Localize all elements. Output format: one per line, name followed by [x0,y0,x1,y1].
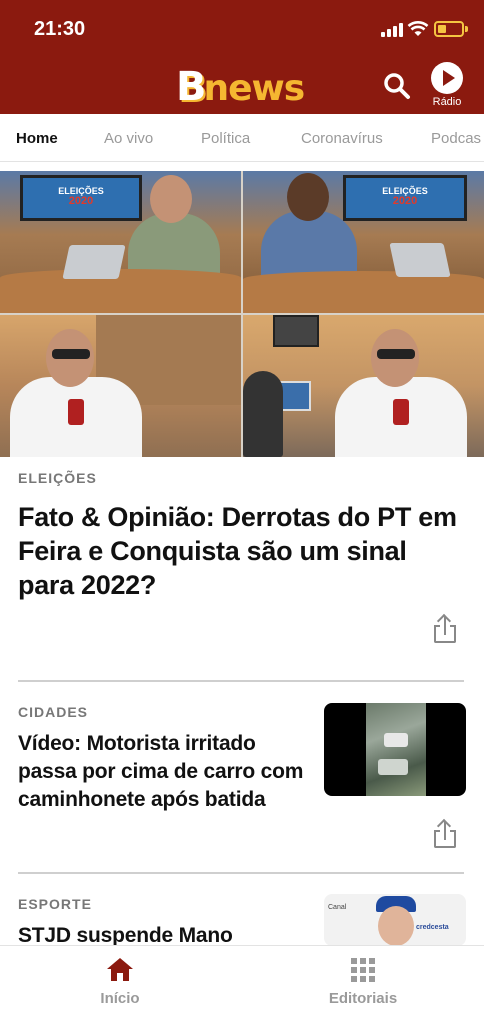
news-title[interactable]: Vídeo: Motorista irritado passa por cima… [18,730,308,814]
share-button[interactable] [432,818,458,850]
bnews-logo[interactable]: Bnews [176,64,306,110]
status-bar: 21:30 [0,0,484,60]
news-thumbnail[interactable] [324,703,466,796]
car-shape [384,733,408,747]
microphone [393,399,409,425]
hero-photo-1: ELEIÇÕES 2020 [0,171,241,313]
bottom-nav: Início Editoriais [0,945,484,1024]
laptop [62,245,126,279]
grid-icon [351,958,375,982]
sign-text: credcesta [416,924,449,931]
glasses [52,349,90,359]
nav-editoriais-label: Editoriais [328,990,398,1007]
news-thumbnail[interactable]: Canal credcesta [324,894,466,946]
nav-editoriais[interactable]: Editoriais [303,956,423,1007]
tab-politica[interactable]: Política [201,130,250,147]
signal-icon [381,23,403,37]
microphone [68,399,84,425]
search-button[interactable] [381,70,413,102]
nav-inicio[interactable]: Início [60,956,180,1007]
glasses [377,349,415,359]
home-icon [107,958,133,981]
divider [18,680,464,682]
featured-kicker: ELEIÇÕES [18,470,97,486]
video-frame [366,703,426,796]
tab-coronavirus[interactable]: Coronavírus [301,130,383,147]
featured-headline[interactable]: Fato & Opinião: Derrotas do PT em Feira … [18,500,466,602]
category-tabs: Home Ao vivo Política Coronavírus Podcas [0,114,484,162]
radio-button[interactable]: Rádio [426,62,468,110]
desk [243,271,484,313]
tab-podcast[interactable]: Podcas [431,130,481,147]
search-icon [384,73,410,99]
battery-tip [465,26,468,32]
status-time: 21:30 [34,18,86,40]
play-icon [431,62,463,94]
news-item-esporte[interactable]: ESPORTE STJD suspende Mano Canal credces… [18,894,466,950]
tab-home[interactable]: Home [16,130,58,147]
truck-shape [378,759,408,775]
person-head [287,173,329,221]
desk [0,269,241,313]
hero-photo-3 [0,315,241,457]
share-button[interactable] [432,613,458,645]
radio-label: Rádio [432,96,462,108]
featured-article[interactable]: ELEIÇÕES Fato & Opinião: Derrotas do PT … [18,470,466,602]
tv-screen: ELEIÇÕES 2020 [343,175,467,221]
battery-icon [434,21,464,37]
person-head [378,906,414,946]
logo-text: news [203,68,306,109]
sign-text: Canal [328,904,347,911]
logo-b: B [176,64,206,110]
laptop [389,243,451,277]
background-person [243,371,283,457]
screen-text-2: 2020 [68,195,94,207]
wifi-icon [407,21,429,36]
nav-inicio-label: Início [100,990,140,1007]
wall-screen [273,315,319,347]
tv-screen: ELEIÇÕES 2020 [20,175,142,221]
screen-text-2: 2020 [392,195,418,207]
battery-level [438,25,446,33]
divider [18,872,464,874]
featured-image[interactable]: ELEIÇÕES 2020 ELEIÇÕES 2020 [0,171,484,457]
hero-photo-2: ELEIÇÕES 2020 [243,171,484,313]
app-header: 21:30 Bnews Rádio [0,0,484,114]
tab-ao-vivo[interactable]: Ao vivo [104,130,153,147]
hero-photo-4 [243,315,484,457]
news-item-cidades[interactable]: CIDADES Vídeo: Motorista irritado passa … [18,703,466,814]
person-head [150,175,192,223]
